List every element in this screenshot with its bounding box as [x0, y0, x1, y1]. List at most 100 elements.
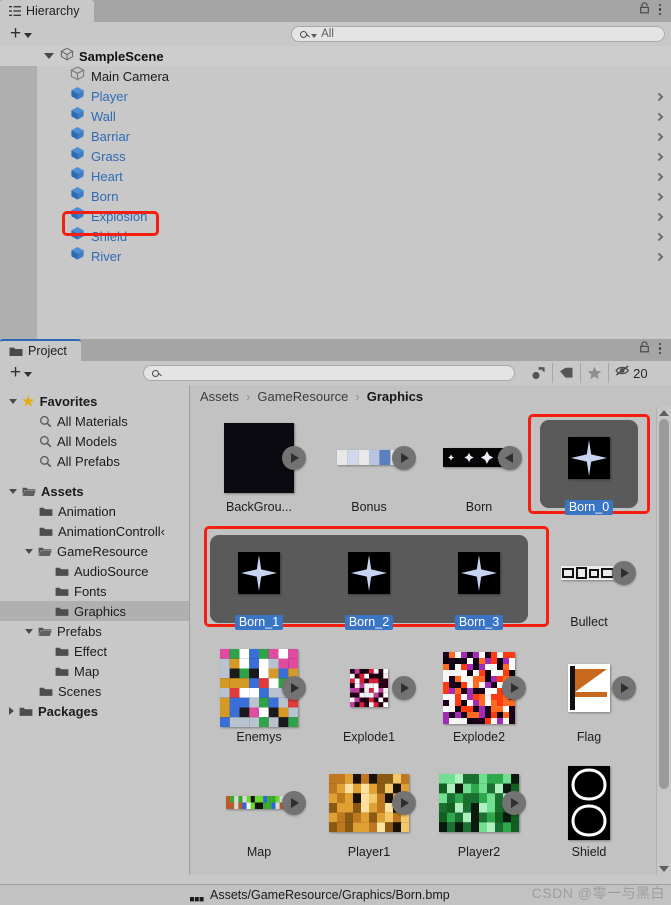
chevron-right-icon[interactable] — [654, 192, 664, 202]
kebab-menu-icon[interactable] — [657, 342, 664, 355]
asset-item-bullect[interactable]: Bullect — [534, 530, 644, 645]
project-tree-item-map[interactable]: Map — [0, 661, 189, 681]
type-filter-icon[interactable] — [525, 363, 554, 383]
project-search-input[interactable] — [143, 365, 516, 381]
expand-sprite-icon[interactable] — [392, 675, 416, 700]
asset-item-shield[interactable]: Shield — [534, 760, 644, 875]
chevron-right-icon[interactable] — [9, 707, 14, 715]
bmp-file-icon — [190, 892, 205, 901]
asset-item-born-3[interactable]: Born_3 — [424, 530, 534, 645]
label-filter-icon[interactable] — [553, 363, 582, 383]
chevron-right-icon[interactable] — [654, 92, 664, 102]
project-tree-item-all-prefabs[interactable]: All Prefabs — [0, 451, 189, 471]
expand-sprite-icon[interactable] — [282, 790, 306, 815]
chevron-right-icon[interactable] — [654, 132, 664, 142]
favorite-filter-icon[interactable] — [581, 363, 610, 383]
hierarchy-item-label: Grass — [91, 148, 126, 164]
hierarchy-item-main-camera[interactable]: Main Camera — [0, 66, 671, 86]
expand-sprite-icon[interactable] — [612, 675, 636, 700]
expand-sprite-icon[interactable] — [502, 675, 526, 700]
asset-item-explode2[interactable]: Explode2 — [424, 645, 534, 760]
project-tree-item-effect[interactable]: Effect — [0, 641, 189, 661]
chevron-right-icon[interactable] — [654, 152, 664, 162]
asset-grid-scrollbar[interactable] — [656, 407, 671, 875]
project-tree-item-packages[interactable]: Packages — [0, 701, 189, 721]
expand-sprite-icon[interactable] — [612, 560, 636, 585]
asset-thumbnail — [424, 645, 534, 730]
project-tree-item-favorites[interactable]: ★ Favorites — [0, 391, 189, 411]
create-asset-button[interactable]: + — [6, 363, 36, 383]
asset-item-player1[interactable]: Player1 — [314, 760, 424, 875]
hierarchy-item-shield[interactable]: Shield — [0, 226, 671, 246]
chevron-down-icon[interactable] — [44, 53, 54, 59]
scrollbar-thumb[interactable] — [659, 419, 669, 789]
scroll-down-arrow-icon[interactable] — [659, 866, 669, 872]
asset-item-player2[interactable]: Player2 — [424, 760, 534, 875]
project-tree-item-gameresource[interactable]: GameResource — [0, 541, 189, 561]
breadcrumb-item-assets[interactable]: Assets — [200, 389, 239, 404]
expand-sprite-icon[interactable] — [282, 445, 306, 470]
project-tree-item-all-models[interactable]: All Models — [0, 431, 189, 451]
breadcrumb[interactable]: Assets › GameResource › Graphics — [190, 385, 671, 407]
chevron-right-icon[interactable] — [654, 112, 664, 122]
asset-item-flag[interactable]: Flag — [534, 645, 644, 760]
chevron-right-icon[interactable] — [654, 212, 664, 222]
create-object-button[interactable]: + — [6, 24, 36, 44]
project-tree-item-fonts[interactable]: Fonts — [0, 581, 189, 601]
expand-sprite-icon[interactable] — [502, 790, 526, 815]
asset-item-explode1[interactable]: Explode1 — [314, 645, 424, 760]
asset-item-enemys[interactable]: Enemys — [204, 645, 314, 760]
hierarchy-search-input[interactable]: All — [291, 26, 665, 42]
hierarchy-item-river[interactable]: River — [0, 246, 671, 266]
hierarchy-item-born[interactable]: Born — [0, 186, 671, 206]
project-tree-item-scenes[interactable]: Scenes — [0, 681, 189, 701]
project-tree-item-audiosource[interactable]: AudioSource — [0, 561, 189, 581]
scene-root-row[interactable]: SampleScene — [0, 46, 671, 66]
kebab-menu-icon[interactable] — [657, 3, 664, 16]
chevron-right-icon[interactable] — [654, 172, 664, 182]
asset-item-born-1[interactable]: Born_1 — [204, 530, 314, 645]
chevron-down-icon[interactable] — [25, 628, 33, 634]
hierarchy-item-player[interactable]: Player — [0, 86, 671, 106]
search-filter-chevron-icon — [311, 34, 318, 38]
tab-hierarchy[interactable]: Hierarchy — [0, 0, 94, 22]
chevron-right-icon[interactable] — [654, 252, 664, 262]
chevron-down-icon[interactable] — [9, 488, 17, 494]
chevron-down-icon[interactable] — [9, 398, 17, 404]
expand-sprite-icon[interactable] — [282, 675, 306, 700]
asset-item-born[interactable]: Born — [424, 415, 534, 530]
hierarchy-item-explosion[interactable]: Explosion — [0, 206, 671, 226]
chevron-down-icon[interactable] — [25, 548, 33, 554]
asset-item-born-2[interactable]: Born_2 — [314, 530, 424, 645]
chevron-right-icon[interactable] — [654, 232, 664, 242]
project-tabbar: Project — [0, 339, 671, 361]
project-tree-item-assets[interactable]: Assets — [0, 481, 189, 501]
hierarchy-item-grass[interactable]: Grass — [0, 146, 671, 166]
hierarchy-tree[interactable]: SampleScene Main Camera Player Wall Barr… — [0, 46, 671, 339]
breadcrumb-item-gameresource[interactable]: GameResource — [257, 389, 348, 404]
hidden-packages-toggle[interactable]: 20 — [609, 364, 651, 382]
expand-sprite-icon[interactable] — [498, 445, 522, 470]
asset-item-bonus[interactable]: Bonus — [314, 415, 424, 530]
breadcrumb-item-graphics[interactable]: Graphics — [367, 389, 423, 404]
asset-grid[interactable]: BackGrou... Bonus Born Born_0 Born_1 Born… — [190, 407, 671, 875]
lock-icon[interactable] — [639, 1, 650, 19]
asset-item-map[interactable]: Map — [204, 760, 314, 875]
project-tree-item-all-materials[interactable]: All Materials — [0, 411, 189, 431]
scroll-up-arrow-icon[interactable] — [659, 410, 669, 416]
project-tree-item-animation[interactable]: Animation — [0, 501, 189, 521]
asset-item-backgrou-[interactable]: BackGrou... — [204, 415, 314, 530]
expand-sprite-icon[interactable] — [392, 445, 416, 470]
project-tree-item-prefabs[interactable]: Prefabs — [0, 621, 189, 641]
asset-item-born-0[interactable]: Born_0 — [534, 415, 644, 530]
expand-sprite-icon[interactable] — [392, 790, 416, 815]
hierarchy-item-heart[interactable]: Heart — [0, 166, 671, 186]
project-tree-item-graphics[interactable]: Graphics — [0, 601, 189, 621]
tab-project[interactable]: Project — [0, 339, 81, 361]
hierarchy-item-wall[interactable]: Wall — [0, 106, 671, 126]
project-tree-item-animationcontroll-[interactable]: AnimationControll‹ — [0, 521, 189, 541]
lock-icon[interactable] — [639, 340, 650, 358]
project-folder-tree[interactable]: ★ Favorites All Materials All Models All … — [0, 385, 190, 875]
hierarchy-item-label: Wall — [91, 108, 116, 124]
hierarchy-item-barriar[interactable]: Barriar — [0, 126, 671, 146]
